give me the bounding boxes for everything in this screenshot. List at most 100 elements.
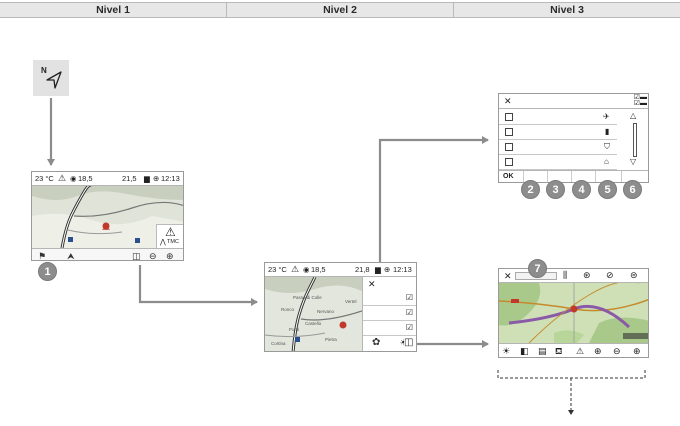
distance-value: 21,5 <box>122 174 137 183</box>
checkbox[interactable] <box>505 113 513 121</box>
screen-level-1: 23 °C ⚠ ◉ 18,5 21,5 ▆ ⊕ 12:13 ⚠ TMC ⋀ ⚑ … <box>31 171 184 261</box>
warning-icon[interactable]: ⚠ <box>576 346 584 357</box>
close-icon[interactable]: ✕ <box>504 271 512 282</box>
status-bar: 23 °C ⚠ ◉ 18,5 21,8 ▆ ⊕ 12:13 <box>265 263 416 277</box>
status-bar: 23 °C ⚠ ◉ 18,5 21,5 ▆ ⊕ 12:13 <box>32 172 183 186</box>
temperature: 23 °C <box>35 174 54 183</box>
tmc-traffic-box[interactable]: ⚠ TMC ⋀ <box>156 224 183 248</box>
parking-icon[interactable]: ⛾ <box>555 346 562 357</box>
checkbox[interactable] <box>505 128 513 136</box>
edit-icon: ☑ <box>405 323 413 332</box>
poi-settings-icon[interactable]: ✿ <box>372 338 381 348</box>
list-header: ✕ ☑▬ ☑▬ <box>499 94 648 109</box>
close-icon[interactable]: ✕ <box>368 279 376 290</box>
callout-badge-6: 6 <box>623 180 642 199</box>
scroll-up-icon[interactable]: △ <box>630 111 636 120</box>
fuel-icon[interactable]: ◧ <box>520 346 529 357</box>
route-icon[interactable]: ◫ <box>132 251 141 260</box>
speed-value: 18,5 <box>311 265 326 274</box>
footer-divider <box>571 171 572 182</box>
scroll-track[interactable] <box>633 123 637 157</box>
poi-row-2[interactable]: ▮ <box>499 125 617 140</box>
dashed-bracket <box>497 370 646 379</box>
add-icon[interactable]: ⊕ <box>594 346 602 357</box>
arrow-screen1-to-screen2 <box>138 265 258 306</box>
zoom-out-icon[interactable]: ⊖ <box>149 251 157 260</box>
callout-badge-7: 7 <box>528 259 547 278</box>
poi-row-3[interactable]: ⛉ <box>499 140 617 155</box>
ok-button[interactable]: OK <box>503 173 514 180</box>
media-icon: ▆ <box>375 265 381 274</box>
speed-value: 18,5 <box>78 174 93 183</box>
bottom-toolbar: ⚑ ⮝ ◫ ⊖ ⊕ <box>32 248 183 260</box>
menu-row-1[interactable]: ☑ <box>363 291 416 306</box>
callout-badge-3: 3 <box>546 180 565 199</box>
footer-divider <box>595 171 596 182</box>
zoom-in-icon[interactable]: ⊕ <box>633 346 641 357</box>
speed-icon: ◉ <box>70 174 77 183</box>
callout-badge-2: 2 <box>521 180 540 199</box>
settings-round-icon[interactable]: ⊛ <box>583 270 591 281</box>
poi-row-4[interactable]: ⌂ <box>499 155 617 170</box>
scroll-down-icon[interactable]: ▽ <box>630 157 636 166</box>
callout-badge-1: 1 <box>38 262 57 281</box>
map-place-labels: Passo di Colle Vertel Ronco Nervano Cast… <box>265 277 362 351</box>
airport-icon: ✈ <box>603 112 610 121</box>
place-label: Ponti <box>289 327 300 332</box>
compass-icon[interactable]: ⊘ <box>606 270 614 281</box>
screen-level-3-map-tools: ✕ ⫼ ⊛ ⊘ ⊜ ☀ ◧ ▤ ⛾ ⚠ ⊕ ⊖ ⊕ <box>498 268 649 358</box>
temperature: 23 °C <box>268 265 287 274</box>
footer-divider <box>621 171 622 182</box>
map-view[interactable] <box>499 283 649 343</box>
warning-triangle-icon: ⚠ <box>165 225 176 239</box>
speed-icon: ◉ <box>303 265 310 274</box>
route-icon[interactable]: ⫼ <box>563 270 567 281</box>
tmc-road-icon: ⋀ <box>160 239 166 246</box>
document-icon[interactable]: ▤ <box>538 346 547 357</box>
distance-value: 21,8 <box>355 265 370 274</box>
footer-divider <box>547 171 548 182</box>
clock-icon: ⊕ <box>384 265 391 274</box>
edit-icon: ☑ <box>405 308 413 317</box>
position-arrow-icon[interactable]: ⮝ <box>67 251 75 260</box>
clock-icon: ⊕ <box>153 174 160 183</box>
tools-top-bar: ✕ ⫼ ⊛ ⊘ ⊜ <box>499 269 648 283</box>
building-icon: ▮ <box>605 127 610 136</box>
hotel-icon: ⌂ <box>604 157 609 166</box>
place-label: Castello <box>305 321 322 326</box>
zoom-out-icon[interactable]: ⊖ <box>613 346 621 357</box>
checkbox[interactable] <box>505 158 513 166</box>
nav-arrow-icon <box>46 71 62 89</box>
time-value: 12:13 <box>161 174 180 183</box>
menu-row-2[interactable]: ☑ <box>363 306 416 321</box>
place-label: Cortina <box>271 341 286 346</box>
place-label: Pietra <box>325 337 337 342</box>
warning-icon: ⚠ <box>291 264 300 274</box>
menu-round-icon[interactable]: ⊜ <box>630 270 638 281</box>
place-label: Passo di Colle <box>293 295 322 300</box>
place-label: Nervano <box>317 309 335 314</box>
tmc-label: TMC <box>167 239 179 245</box>
time-value: 12:13 <box>393 265 412 274</box>
warning-icon: ⚠ <box>58 173 67 183</box>
list-options-icon[interactable]: ☑▬ ☑▬ <box>634 94 647 107</box>
poi-row-1[interactable]: ✈ <box>499 110 617 125</box>
flag-icon[interactable]: ⚑ <box>38 251 46 260</box>
callout-badge-5: 5 <box>598 180 617 199</box>
media-icon: ▆ <box>144 174 150 183</box>
edit-icon: ☑ <box>405 293 413 302</box>
shop-icon: ⛉ <box>604 142 610 151</box>
place-label: Ronco <box>281 307 295 312</box>
screen-level-2: 23 °C ⚠ ◉ 18,5 21,8 ▆ ⊕ 12:13 Passo di C… <box>264 262 417 352</box>
zoom-in-icon[interactable]: ⊕ <box>166 251 174 260</box>
day-night-icon[interactable]: ☀ <box>502 346 510 357</box>
callout-badge-4: 4 <box>572 180 591 199</box>
screen-level-3-poi-list: ✕ ☑▬ ☑▬ ✈ ▮ ⛉ ⌂ △ ▽ OK <box>498 93 649 183</box>
close-icon[interactable]: ✕ <box>504 96 512 107</box>
checkbox[interactable] <box>505 143 513 151</box>
navigation-icon-tile[interactable]: N <box>33 60 69 96</box>
place-label: Vertel <box>345 299 357 304</box>
scrollbar[interactable]: △ ▽ <box>627 111 643 169</box>
menu-row-3[interactable]: ☑ <box>363 321 416 336</box>
route-icon[interactable]: ◫ <box>404 338 414 348</box>
